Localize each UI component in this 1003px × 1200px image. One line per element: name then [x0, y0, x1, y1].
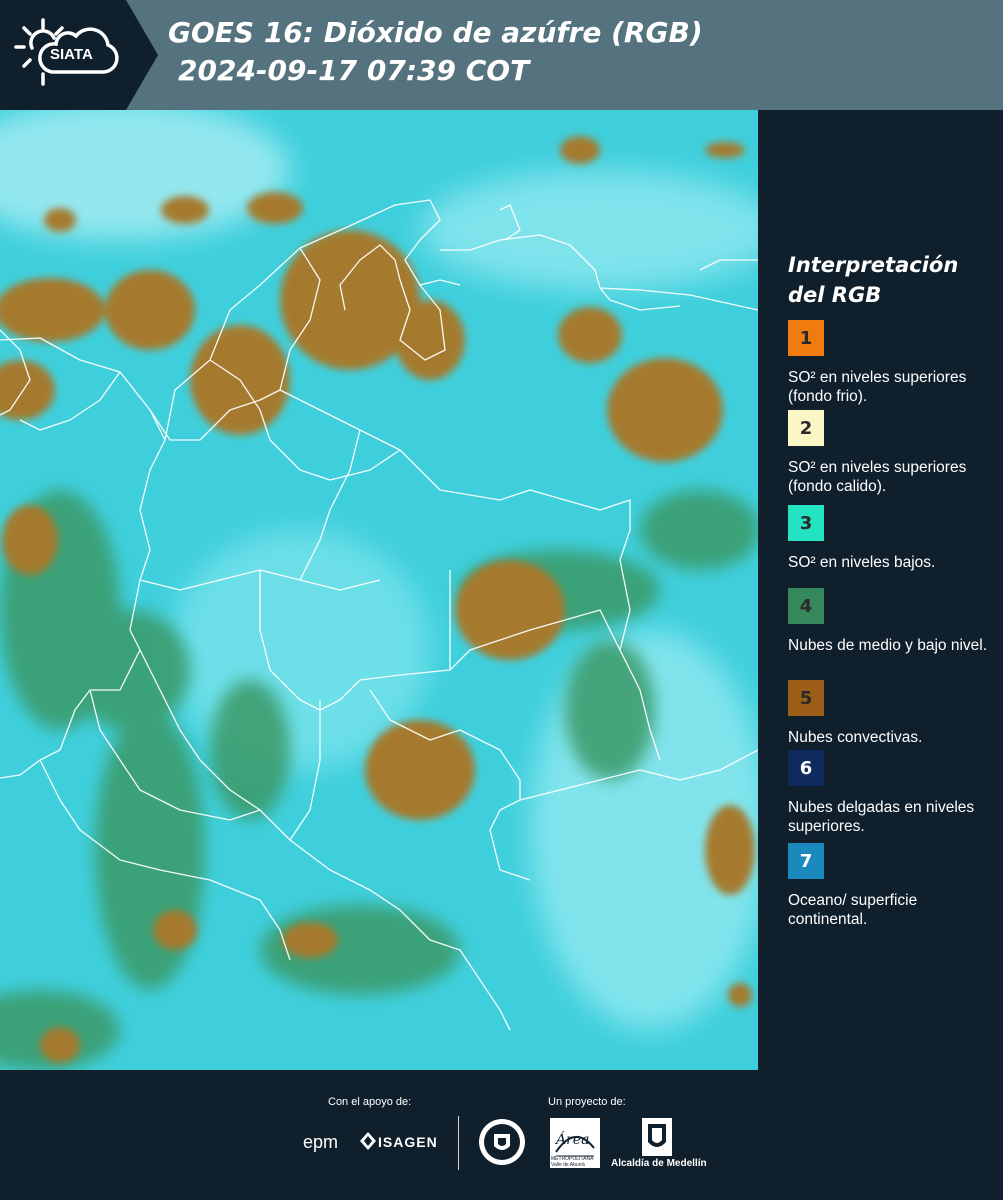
satellite-map[interactable]: [0, 110, 758, 1070]
legend-swatch: 4: [788, 588, 824, 624]
legend-swatch: 6: [788, 750, 824, 786]
legend-swatch: 3: [788, 505, 824, 541]
siata-logo[interactable]: SIATA: [0, 0, 158, 110]
legend-swatch: 7: [788, 843, 824, 879]
legend-item: 1 SO² en niveles superiores (fondo frio).: [788, 320, 988, 406]
legend-label: Nubes de medio y bajo nivel.: [788, 637, 988, 654]
page-title: GOES 16: Dióxido de azúfre (RGB) 2024-09…: [168, 14, 703, 90]
legend-label: SO² en niveles superiores (fondo frio).: [788, 369, 967, 405]
legend-label: SO² en niveles superiores (fondo calido)…: [788, 459, 967, 495]
legend-label: Oceano/ superficie continental.: [788, 892, 918, 928]
isagen-logo[interactable]: ISAGEN: [378, 1134, 438, 1150]
header: SIATA GOES 16: Dióxido de azúfre (RGB) 2…: [0, 0, 1003, 110]
medellin-seal-icon[interactable]: [478, 1118, 526, 1171]
area-logo-text: Área: [556, 1132, 590, 1148]
legend-item: 4 Nubes de medio y bajo nivel.: [788, 588, 988, 655]
logo-text: SIATA: [50, 46, 93, 63]
legend-item: 6 Nubes delgadas en niveles superiores.: [788, 750, 988, 836]
alcaldia-shield-icon: [642, 1118, 672, 1161]
legend-item: 3 SO² en niveles bajos.: [788, 505, 988, 572]
legend-swatch: 1: [788, 320, 824, 356]
legend-label: SO² en niveles bajos.: [788, 554, 936, 571]
legend-label: Nubes delgadas en niveles superiores.: [788, 799, 975, 835]
legend-swatch: 2: [788, 410, 824, 446]
legend-item: 5 Nubes convectivas.: [788, 680, 988, 747]
legend-item: 7 Oceano/ superficie continental.: [788, 843, 988, 929]
legend-swatch: 5: [788, 680, 824, 716]
title-line1: GOES 16: Dióxido de azúfre (RGB): [168, 16, 703, 49]
isagen-icon: [360, 1132, 376, 1155]
footer: Con el apoyo de: Un proyecto de: epm ISA…: [0, 1070, 1003, 1200]
title-timestamp: 2024-09-17 07:39 COT: [178, 54, 530, 87]
map-canvas: [0, 110, 758, 1070]
legend-item: 2 SO² en niveles superiores (fondo calido…: [788, 410, 988, 496]
legend-label: Nubes convectivas.: [788, 729, 923, 746]
legend-title: Interpretación del RGB: [788, 253, 959, 307]
area-logo-sub: METROPOLITANA Valle de Aburrá: [551, 1156, 594, 1168]
legend-panel: Interpretación del RGB 1 SO² en niveles s…: [758, 110, 1003, 1070]
alcaldia-logo[interactable]: Alcaldía de Medellín: [611, 1158, 707, 1169]
project-label: Un proyecto de:: [548, 1096, 626, 1108]
support-label: Con el apoyo de:: [328, 1096, 412, 1108]
epm-logo[interactable]: epm: [303, 1132, 338, 1153]
footer-divider: [458, 1116, 459, 1170]
